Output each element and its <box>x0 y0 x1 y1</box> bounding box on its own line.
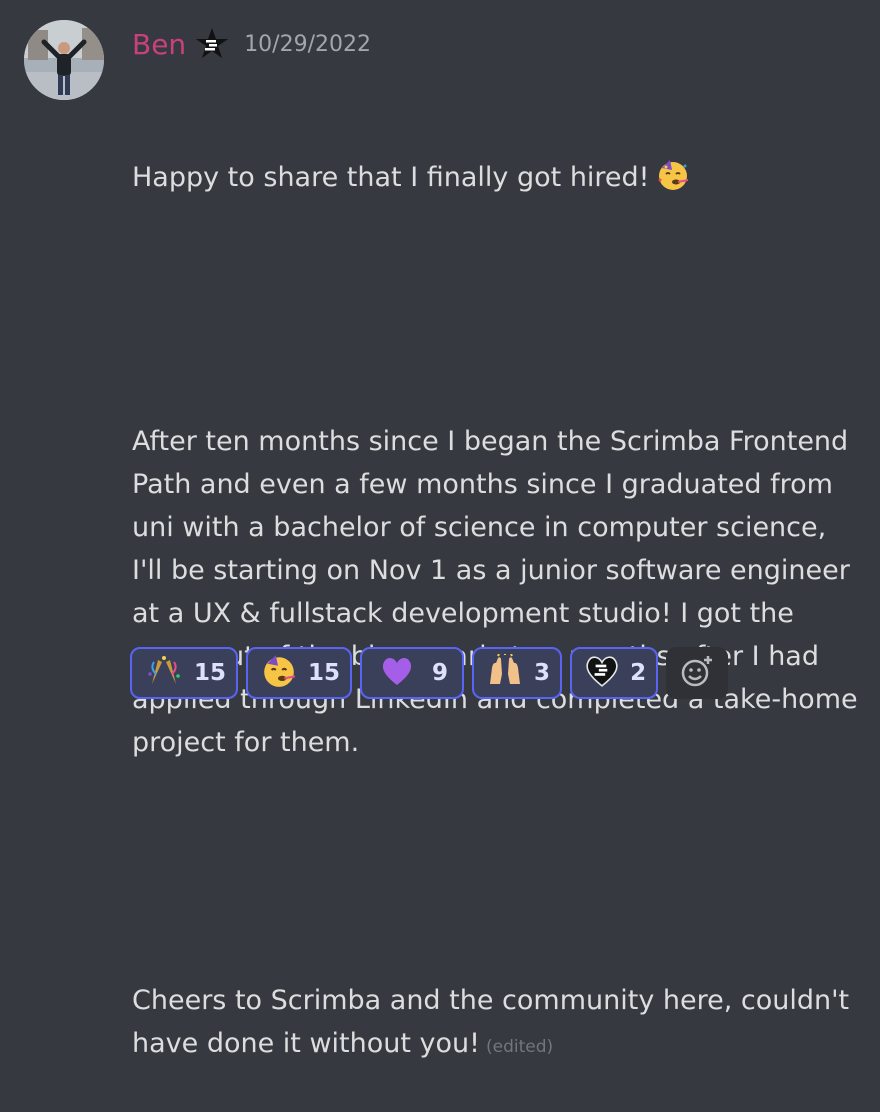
reaction-purple-heart[interactable]: 9 <box>360 647 465 699</box>
reaction-partying-face[interactable]: 15 <box>246 647 353 699</box>
add-reaction-icon <box>679 653 715 693</box>
message-line-1: Happy to share that I finally got hired! <box>132 156 862 205</box>
purple-heart-icon <box>380 655 414 691</box>
reaction-count: 3 <box>534 660 551 686</box>
message-content: Happy to share that I finally got hired!… <box>132 70 862 1112</box>
message-paragraph-3: Cheers to Scrimba and the community here… <box>132 979 862 1069</box>
add-reaction-button[interactable] <box>666 647 729 699</box>
reactions-bar: 15 15 9 3 2 <box>130 647 729 699</box>
partying-face-icon <box>656 158 690 205</box>
confetti-icon <box>144 654 184 692</box>
reaction-count: 15 <box>308 660 341 686</box>
edited-label: (edited) <box>485 1037 554 1057</box>
timestamp: 10/29/2022 <box>244 31 371 57</box>
reaction-count: 2 <box>630 660 647 686</box>
message-header: Ben 10/29/2022 <box>132 24 371 64</box>
reaction-confetti[interactable]: 15 <box>130 647 239 699</box>
raising-hands-icon <box>486 653 524 692</box>
reaction-count: 15 <box>194 660 227 686</box>
message-text: Happy to share that I finally got hired! <box>132 162 650 193</box>
reaction-count: 9 <box>432 660 449 686</box>
message-paragraph-2: After ten months since I began the Scrim… <box>132 426 858 758</box>
reaction-scrimba-heart[interactable]: 2 <box>570 647 659 699</box>
avatar[interactable] <box>24 20 104 100</box>
scrimba-heart-icon <box>584 654 620 692</box>
username[interactable]: Ben <box>132 28 186 61</box>
reaction-raising-hands[interactable]: 3 <box>472 647 563 699</box>
scrimba-role-icon[interactable] <box>194 26 230 62</box>
partying-face-icon <box>260 653 298 693</box>
